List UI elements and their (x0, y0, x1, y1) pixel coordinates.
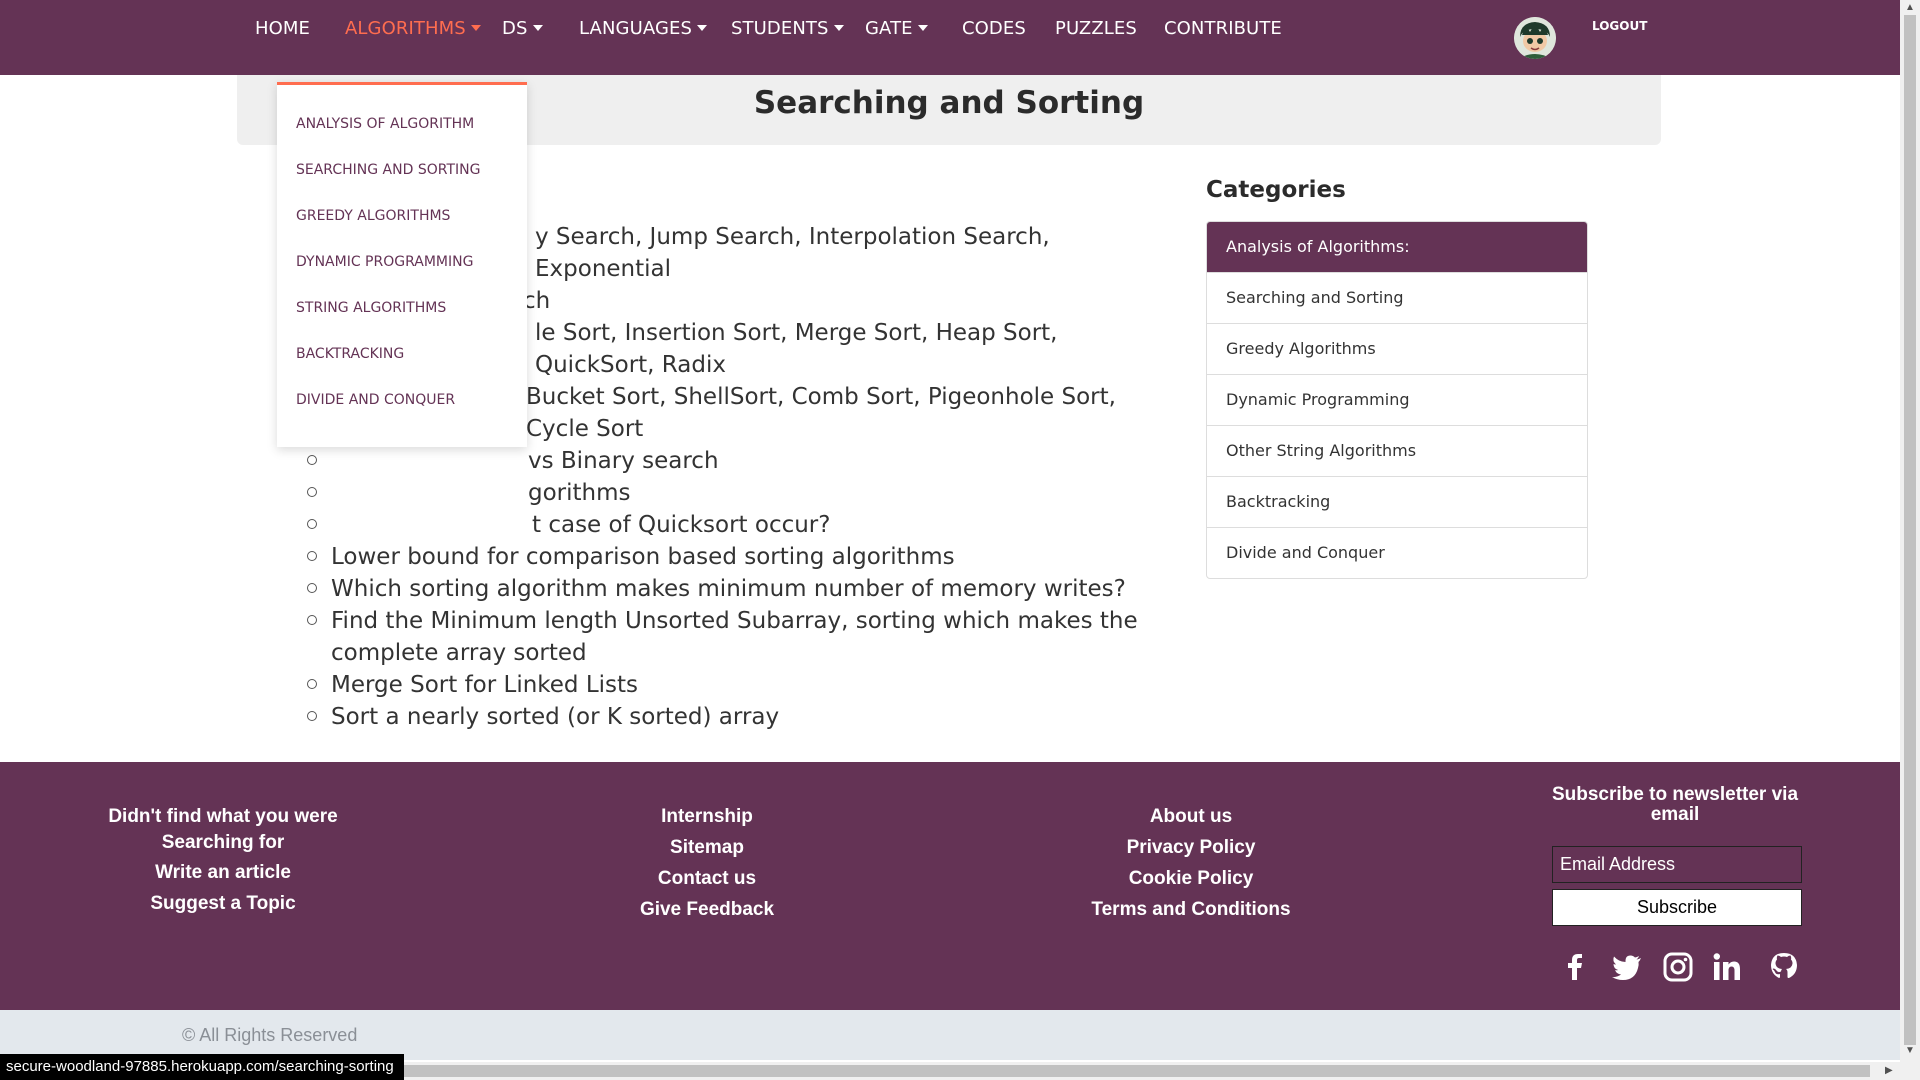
scroll-up-arrow-icon[interactable]: ▲ (1905, 3, 1915, 13)
category-dynamic-programming[interactable]: Dynamic Programming (1207, 374, 1587, 425)
article-link[interactable]: y Search, Jump Search, Interpolation Sea… (535, 224, 1050, 282)
footer-cookie-link[interactable]: Cookie Policy (1060, 868, 1322, 890)
nav-home-label: HOME (255, 18, 311, 39)
nav-codes-label: CODES (962, 18, 1026, 39)
article-link[interactable]: ch (523, 288, 550, 314)
nav-algorithms-label: ALGORITHMS (345, 18, 466, 39)
article-link[interactable]: vs Binary search (528, 448, 719, 474)
caret-down-icon (917, 25, 928, 31)
logout-button[interactable]: LOGOUT (1592, 19, 1647, 33)
footer-not-found-text-2: Searching for (161, 832, 285, 853)
list-item[interactable]: Lower bound for comparison based sorting… (300, 541, 1150, 573)
dropdown-item-analysis[interactable]: ANALYSIS OF ALGORITHM (296, 116, 474, 132)
categories-list: Analysis of Algorithms: Searching and So… (1206, 221, 1588, 579)
nav-students[interactable]: STUDENTS (731, 18, 844, 39)
dropdown-item-string[interactable]: STRING ALGORITHMS (296, 300, 446, 316)
nav-gate[interactable]: GATE (865, 18, 928, 39)
caret-down-icon (833, 25, 844, 31)
browser-status-url: secure-woodland-97885.herokuapp.com/sear… (0, 1054, 404, 1080)
nav-ds-label: DS (502, 18, 528, 39)
scroll-right-arrow-icon[interactable]: ▶ (1885, 1066, 1893, 1076)
footer-privacy-link[interactable]: Privacy Policy (1060, 837, 1322, 859)
nav-puzzles-label: PUZZLES (1055, 18, 1137, 39)
article-link[interactable]: Which sorting algorithm makes minimum nu… (331, 576, 1126, 602)
nav-languages-label: LANGUAGES (579, 18, 692, 39)
article-link[interactable]: Merge Sort for Linked Lists (331, 672, 638, 698)
nav-students-label: STUDENTS (731, 18, 829, 39)
dropdown-item-divide-conquer[interactable]: DIVIDE AND CONQUER (296, 392, 455, 408)
article-link[interactable]: Sort a nearly sorted (or K sorted) array (331, 704, 779, 730)
dropdown-item-backtracking[interactable]: BACKTRACKING (296, 346, 404, 362)
list-item[interactable]: t case of Quicksort occur? (300, 509, 1150, 541)
article-link[interactable]: Lower bound for comparison based sorting… (331, 544, 955, 570)
list-item[interactable]: Find the Minimum length Unsorted Subarra… (300, 605, 1150, 669)
newsletter-heading: Subscribe to newsletter via email (1551, 784, 1799, 825)
footer-write-article-link[interactable]: Write an article (100, 862, 346, 884)
nav-algorithms[interactable]: ALGORITHMS (345, 18, 481, 39)
nav-languages[interactable]: LANGUAGES (579, 18, 707, 39)
copyright-bar: © All Rights Reserved (0, 1010, 1900, 1060)
article-link[interactable]: gorithms (528, 480, 631, 506)
scroll-down-arrow-icon[interactable]: ▼ (1905, 1046, 1915, 1056)
instagram-icon[interactable] (1661, 950, 1695, 984)
vertical-scroll-thumb[interactable] (1904, 15, 1916, 1045)
github-icon[interactable] (1767, 950, 1801, 984)
vertical-scrollbar[interactable]: ▲ ▼ (1900, 0, 1920, 1062)
dropdown-item-searching-sorting[interactable]: SEARCHING AND SORTING (296, 162, 480, 178)
list-item[interactable]: gorithms (300, 477, 1150, 509)
caret-down-icon (532, 25, 543, 31)
categories-heading: Categories (1206, 177, 1346, 203)
footer-terms-link[interactable]: Terms and Conditions (1060, 899, 1322, 921)
footer: Didn't find what you were Searching for … (0, 762, 1900, 1010)
twitter-icon[interactable] (1610, 950, 1644, 984)
footer-feedback-link[interactable]: Give Feedback (600, 899, 814, 921)
nav-puzzles[interactable]: PUZZLES (1055, 18, 1137, 39)
article-link[interactable]: t case of Quicksort occur? (532, 512, 830, 538)
horizontal-scroll-thumb[interactable] (400, 1065, 1870, 1077)
nav-gate-label: GATE (865, 18, 913, 39)
list-item[interactable]: vs Binary search (300, 445, 1150, 477)
article-link[interactable]: Find the Minimum length Unsorted Subarra… (331, 608, 1138, 666)
footer-internship-link[interactable]: Internship (600, 806, 814, 828)
list-item[interactable]: Sort a nearly sorted (or K sorted) array (300, 701, 1150, 733)
dropdown-item-greedy[interactable]: GREEDY ALGORITHMS (296, 208, 450, 224)
nav-contribute[interactable]: CONTRIBUTE (1164, 18, 1282, 39)
nav-home[interactable]: HOME (255, 18, 310, 39)
nav-contribute-label: CONTRIBUTE (1164, 18, 1282, 39)
copyright-text: © All Rights Reserved (182, 1025, 358, 1045)
list-item[interactable]: Merge Sort for Linked Lists (300, 669, 1150, 701)
category-analysis[interactable]: Analysis of Algorithms: (1207, 222, 1587, 272)
dropdown-item-dynamic-programming[interactable]: DYNAMIC PROGRAMMING (296, 254, 473, 270)
footer-not-found-text: Didn't find what you were (108, 806, 338, 827)
category-backtracking[interactable]: Backtracking (1207, 476, 1587, 527)
newsletter-email-input[interactable] (1552, 846, 1802, 883)
footer-sitemap-link[interactable]: Sitemap (600, 837, 814, 859)
category-greedy[interactable]: Greedy Algorithms (1207, 323, 1587, 374)
article-link[interactable]: Bucket Sort, ShellSort, Comb Sort, Pigeo… (526, 384, 1116, 442)
subscribe-button[interactable]: Subscribe (1552, 889, 1802, 926)
category-divide-conquer[interactable]: Divide and Conquer (1207, 527, 1587, 578)
category-string[interactable]: Other String Algorithms (1207, 425, 1587, 476)
caret-down-icon (470, 25, 481, 31)
category-searching-sorting[interactable]: Searching and Sorting (1207, 272, 1587, 323)
facebook-icon[interactable] (1558, 950, 1592, 984)
nav-ds[interactable]: DS (502, 18, 543, 39)
article-link[interactable]: le Sort, Insertion Sort, Merge Sort, Hea… (535, 320, 1058, 378)
top-navbar: HOME ALGORITHMS DS LANGUAGES STUDENTS GA… (0, 0, 1900, 75)
linkedin-icon[interactable] (1710, 950, 1744, 984)
footer-suggest-topic-link[interactable]: Suggest a Topic (100, 893, 346, 915)
footer-contact-link[interactable]: Contact us (600, 868, 814, 890)
avatar[interactable] (1514, 17, 1556, 59)
nav-codes[interactable]: CODES (962, 18, 1026, 39)
caret-down-icon (697, 25, 707, 31)
footer-about-link[interactable]: About us (1060, 806, 1322, 828)
avatar-image (1514, 17, 1556, 59)
algorithms-dropdown-menu: ANALYSIS OF ALGORITHM SEARCHING AND SORT… (277, 82, 527, 447)
list-item[interactable]: Which sorting algorithm makes minimum nu… (300, 573, 1150, 605)
